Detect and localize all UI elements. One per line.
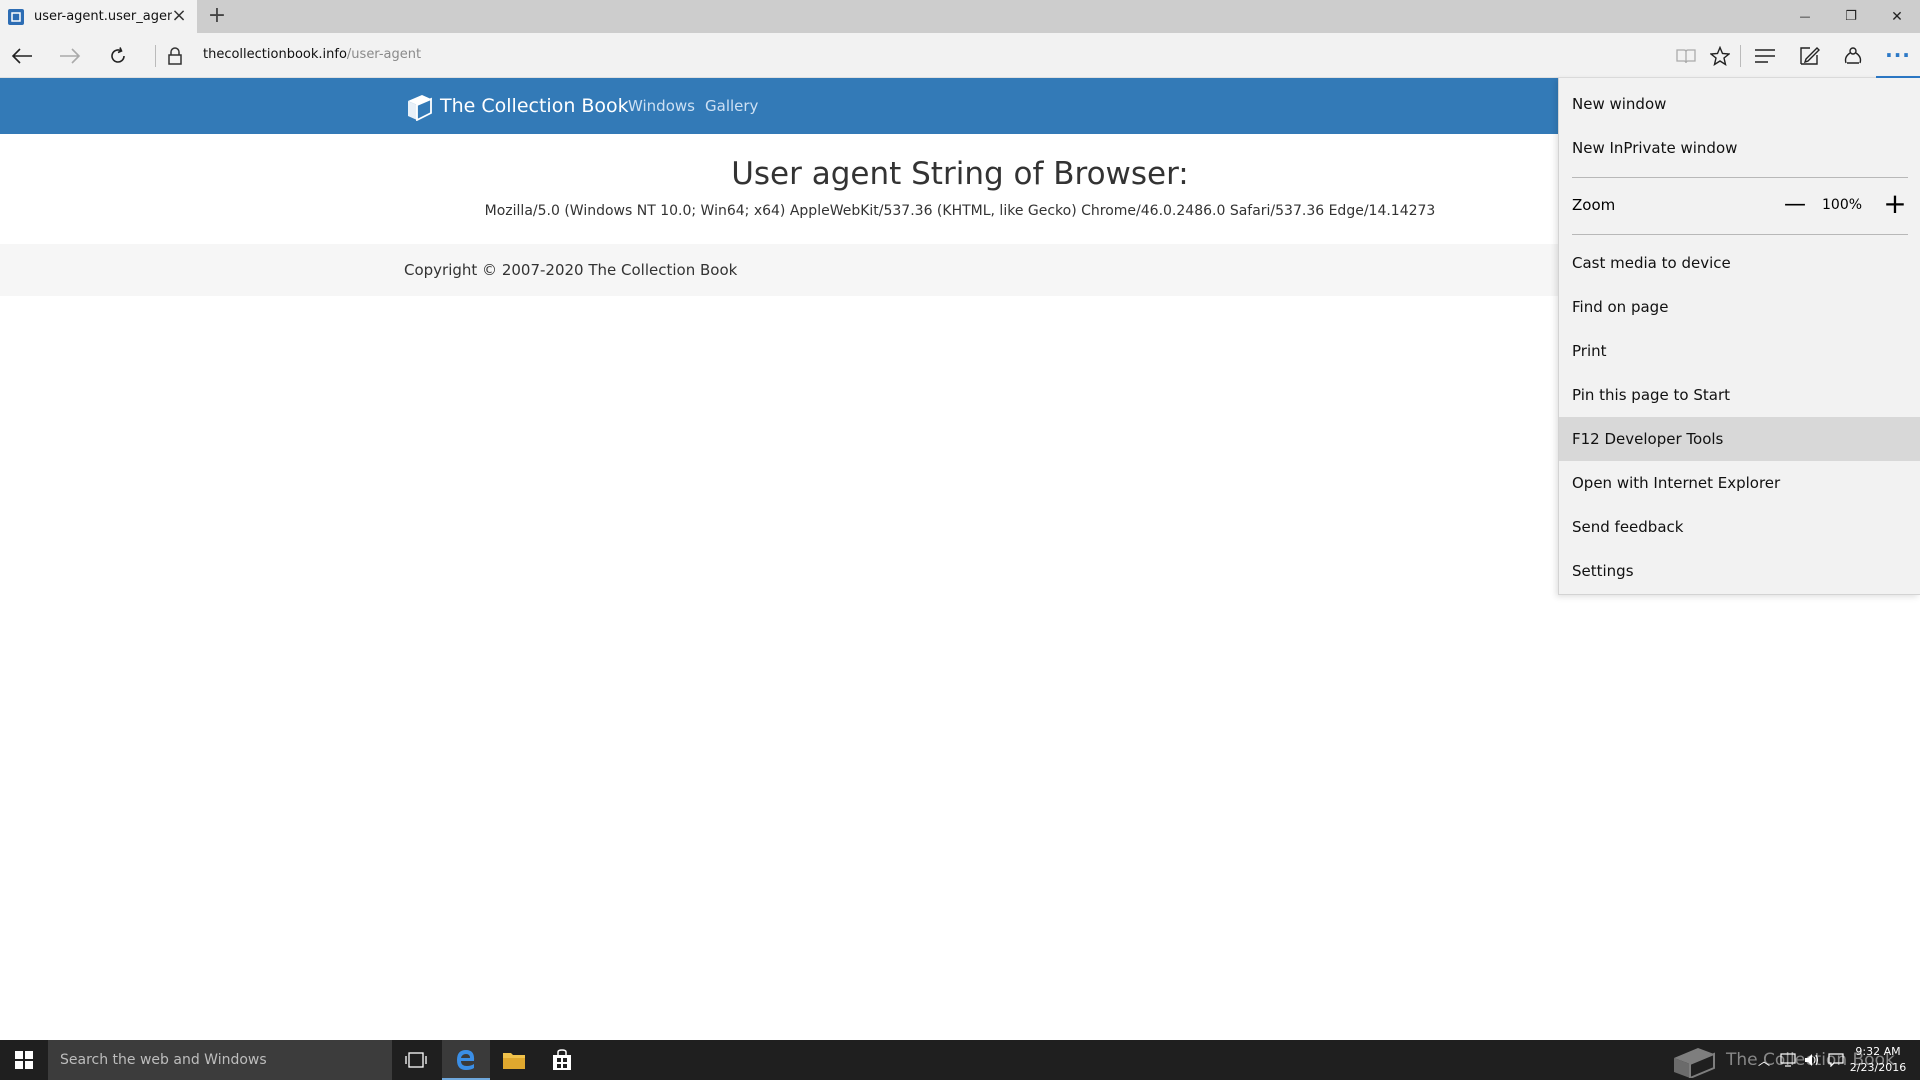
edge-icon xyxy=(457,1050,475,1070)
taskbar-search[interactable]: Search the web and Windows xyxy=(48,1040,392,1080)
forward-button[interactable] xyxy=(54,40,86,72)
start-button[interactable] xyxy=(0,1040,48,1080)
url-field[interactable]: thecollectionbook.info/user-agent xyxy=(203,47,421,62)
reading-view-icon xyxy=(1676,49,1696,64)
network-button[interactable] xyxy=(1776,1040,1800,1080)
folder-icon xyxy=(503,1053,525,1069)
zoom-level: 100% xyxy=(1822,197,1863,213)
menu-item-new-window[interactable]: New window xyxy=(1559,82,1920,126)
taskbar-clock[interactable]: 9:32 AM 2/23/2016 xyxy=(1838,1044,1918,1076)
edge-taskbar-button[interactable] xyxy=(442,1040,490,1080)
minimize-icon: — xyxy=(1799,10,1811,23)
url-host: thecollectionbook.info xyxy=(203,47,347,62)
volume-icon xyxy=(1805,1054,1819,1066)
address-separator xyxy=(155,45,156,67)
clock-time: 9:32 AM xyxy=(1855,1045,1901,1058)
hub-button[interactable] xyxy=(1750,41,1780,71)
menu-item-send-feedback[interactable]: Send feedback xyxy=(1559,505,1920,549)
toolbar-separator xyxy=(1740,45,1741,67)
site-brand[interactable]: The Collection Book xyxy=(404,91,629,121)
chevron-up-icon: ︿ xyxy=(1757,1053,1770,1068)
zoom-in-button[interactable]: + xyxy=(1882,190,1908,218)
menu-separator xyxy=(1572,234,1908,235)
network-icon xyxy=(1780,1053,1796,1067)
clock-date: 2/23/2016 xyxy=(1849,1061,1907,1074)
restore-icon: ❐ xyxy=(1845,9,1857,24)
back-button[interactable] xyxy=(6,40,38,72)
copyright-text: Copyright © 2007-2020 The Collection Boo… xyxy=(404,261,738,279)
url-path: /user-agent xyxy=(346,47,422,62)
web-note-button[interactable] xyxy=(1794,41,1824,71)
volume-button[interactable] xyxy=(1800,1040,1824,1080)
taskbar: Search the web and Windows The Coll xyxy=(0,1040,1920,1080)
menu-separator xyxy=(1572,177,1908,178)
minimize-button[interactable]: — xyxy=(1782,0,1828,33)
menu-item-print[interactable]: Print xyxy=(1559,329,1920,373)
hub-icon xyxy=(1755,49,1775,63)
address-bar: thecollectionbook.info/user-agent ··· xyxy=(0,33,1920,78)
zoom-out-button[interactable]: — xyxy=(1784,194,1806,217)
close-window-button[interactable]: ✕ xyxy=(1874,0,1920,33)
close-tab-icon[interactable]: × xyxy=(169,6,189,26)
star-icon xyxy=(1710,46,1730,66)
title-bar: user-agent.user_agent - × + — ❐ ✕ xyxy=(0,0,1920,33)
favorite-button[interactable] xyxy=(1705,41,1735,71)
share-icon xyxy=(1844,47,1862,64)
browser-tab[interactable]: user-agent.user_agent - × xyxy=(0,0,197,33)
tab-title: user-agent.user_agent - xyxy=(34,9,172,24)
menu-item-open-with-ie[interactable]: Open with Internet Explorer xyxy=(1559,461,1920,505)
windows-logo-icon xyxy=(15,1051,33,1069)
refresh-button[interactable] xyxy=(102,40,134,72)
forward-arrow-icon xyxy=(60,48,81,64)
more-icon: ··· xyxy=(1885,42,1911,67)
reading-view-button[interactable] xyxy=(1671,41,1701,71)
store-button[interactable] xyxy=(538,1040,586,1080)
store-icon xyxy=(553,1049,571,1070)
task-view-button[interactable] xyxy=(392,1040,440,1080)
menu-item-new-inprivate-window[interactable]: New InPrivate window xyxy=(1559,126,1920,170)
lock-icon xyxy=(168,47,182,65)
book-icon xyxy=(8,8,24,25)
close-icon: ✕ xyxy=(1891,8,1903,25)
menu-item-cast-media[interactable]: Cast media to device xyxy=(1559,241,1920,285)
more-actions-menu: New window New InPrivate window Zoom — 1… xyxy=(1558,78,1920,595)
menu-item-settings[interactable]: Settings xyxy=(1559,549,1920,593)
menu-item-f12-developer-tools[interactable]: F12 Developer Tools xyxy=(1559,417,1920,461)
book-logo-icon xyxy=(408,95,432,121)
share-button[interactable] xyxy=(1838,41,1868,71)
watermark-book-icon xyxy=(1674,1048,1715,1078)
restore-button[interactable]: ❐ xyxy=(1828,0,1874,33)
zoom-row: Zoom — 100% + xyxy=(1559,183,1920,229)
zoom-label: Zoom xyxy=(1572,196,1616,214)
menu-item-find-on-page[interactable]: Find on page xyxy=(1559,285,1920,329)
task-view-icon xyxy=(405,1052,427,1068)
nav-link-windows[interactable]: Windows xyxy=(628,97,695,115)
tray-overflow-button[interactable]: ︿ xyxy=(1752,1040,1776,1080)
brand-name: The Collection Book xyxy=(440,95,629,117)
new-tab-button[interactable]: + xyxy=(206,5,228,27)
more-actions-button[interactable]: ··· xyxy=(1876,33,1920,78)
refresh-icon xyxy=(111,47,125,63)
nav-link-gallery[interactable]: Gallery xyxy=(705,97,758,115)
web-note-icon xyxy=(1800,47,1820,65)
file-explorer-button[interactable] xyxy=(490,1040,538,1080)
back-arrow-icon xyxy=(11,48,32,64)
menu-item-pin-to-start[interactable]: Pin this page to Start xyxy=(1559,373,1920,417)
